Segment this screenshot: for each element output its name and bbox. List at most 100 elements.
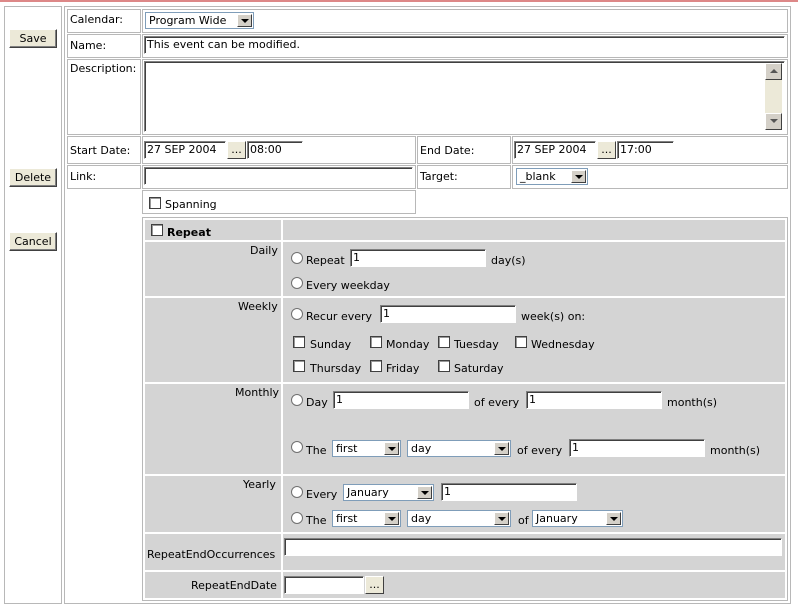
weekday-wednesday-checkbox[interactable] (515, 336, 527, 348)
weekday-wednesday-label: Wednesday (531, 338, 595, 351)
cancel-button[interactable]: Cancel (9, 232, 57, 251)
repeat-header-cell (145, 220, 281, 240)
every-weekday-radio[interactable] (291, 277, 303, 289)
yearly-the-label: The (306, 514, 327, 527)
end-occurrences-input[interactable] (284, 538, 782, 556)
yearly-month2-value: January (536, 512, 578, 525)
weekly-label: Weekly (238, 300, 278, 313)
chevron-down-icon (494, 512, 509, 525)
daily-repeat-label: Repeat (306, 254, 345, 267)
spanning-checkbox[interactable] (149, 197, 161, 209)
scroll-up-icon[interactable] (765, 63, 782, 80)
start-time-input[interactable]: 08:00 (247, 141, 303, 159)
chevron-down-icon (606, 512, 621, 525)
monthly-day-type-select[interactable]: day (407, 440, 511, 457)
calendar-select-value: Program Wide (149, 14, 227, 27)
monthly-unit2-label: month(s) (710, 444, 761, 457)
chevron-down-icon (384, 512, 399, 525)
description-label: Description: (70, 62, 137, 75)
top-border (0, 0, 798, 2)
monthly-unit-label: month(s) (667, 396, 718, 409)
save-button[interactable]: Save (9, 29, 57, 48)
monthly-of-every-label: of every (474, 396, 520, 409)
yearly-of-label: of (518, 514, 529, 527)
monthly-the-label: The (306, 444, 327, 457)
weekday-tuesday-label: Tuesday (454, 338, 499, 351)
monthly-day-label: Day (306, 396, 328, 409)
monthly-the-radio[interactable] (291, 441, 303, 453)
start-date-picker-button[interactable]: ... (227, 141, 246, 159)
weekday-sunday-label: Sunday (310, 338, 352, 351)
recur-every-input[interactable]: 1 (380, 305, 516, 323)
name-input[interactable]: This event can be modified. (144, 36, 785, 54)
monthly-every-input[interactable]: 1 (526, 391, 662, 409)
yearly-every-radio[interactable] (291, 486, 303, 498)
end-date-input[interactable]: 27 SEP 2004 (514, 141, 596, 159)
weekday-tuesday-checkbox[interactable] (438, 336, 450, 348)
monthly-every2-input[interactable]: 1 (569, 439, 705, 457)
weekday-friday-label: Friday (386, 362, 420, 375)
delete-button[interactable]: Delete (9, 168, 57, 187)
chevron-down-icon (384, 442, 399, 455)
yearly-label: Yearly (243, 478, 276, 491)
link-label: Link: (70, 170, 97, 183)
left-button-column (4, 6, 62, 604)
yearly-month-select[interactable]: January (343, 484, 434, 501)
link-input[interactable] (144, 167, 413, 185)
target-select[interactable]: _blank (516, 168, 588, 185)
name-label: Name: (70, 39, 107, 52)
end-time-input[interactable]: 17:00 (617, 141, 674, 159)
start-date-input[interactable]: 27 SEP 2004 (144, 141, 226, 159)
weekday-thursday-label: Thursday (310, 362, 362, 375)
yearly-the-radio[interactable] (291, 512, 303, 524)
spanning-label: Spanning (165, 198, 217, 211)
scroll-down-icon[interactable] (765, 113, 782, 130)
monthly-ordinal-value: first (336, 442, 358, 455)
weekday-thursday-checkbox[interactable] (293, 360, 305, 372)
yearly-day-input[interactable]: 1 (441, 483, 577, 501)
daily-unit-label: day(s) (491, 254, 526, 267)
daily-label: Daily (250, 244, 278, 257)
repeat-end-date-picker-button[interactable]: ... (365, 576, 384, 594)
description-scrollbar[interactable] (765, 63, 782, 130)
monthly-day-radio[interactable] (291, 394, 303, 406)
yearly-day-type-select[interactable]: day (407, 510, 511, 527)
repeat-header-right-cell (283, 220, 785, 240)
chevron-down-icon (237, 14, 252, 27)
yearly-ordinal-select[interactable]: first (332, 510, 401, 527)
monthly-label: Monthly (235, 386, 280, 399)
end-date-label: End Date: (420, 144, 475, 157)
daily-repeat-radio[interactable] (291, 252, 303, 264)
weekday-friday-checkbox[interactable] (370, 360, 382, 372)
weekly-unit-label: week(s) on: (521, 310, 586, 323)
chevron-down-icon (417, 486, 432, 499)
weekday-sunday-checkbox[interactable] (293, 336, 305, 348)
end-date-picker-button[interactable]: ... (597, 141, 616, 159)
monthly-day-input[interactable]: 1 (333, 391, 469, 409)
daily-repeat-input[interactable]: 1 (350, 249, 486, 267)
monthly-day-type-value: day (411, 442, 432, 455)
chevron-down-icon (571, 170, 586, 183)
start-date-label: Start Date: (70, 144, 131, 157)
repeat-end-date-input[interactable] (284, 576, 364, 594)
weekday-saturday-checkbox[interactable] (438, 360, 450, 372)
yearly-day-type-value: day (411, 512, 432, 525)
weekday-monday-label: Monday (386, 338, 430, 351)
weekday-monday-checkbox[interactable] (370, 336, 382, 348)
every-weekday-label: Every weekday (306, 279, 390, 292)
monthly-ordinal-select[interactable]: first (332, 440, 401, 457)
repeat-checkbox[interactable] (151, 224, 163, 236)
yearly-every-label: Every (306, 488, 338, 501)
recur-every-radio[interactable] (291, 308, 303, 320)
yearly-month-value: January (347, 486, 389, 499)
recur-every-label: Recur every (306, 310, 373, 323)
target-label: Target: (420, 170, 458, 183)
yearly-ordinal-value: first (336, 512, 358, 525)
chevron-down-icon (494, 442, 509, 455)
repeat-end-date-label: RepeatEndDate (191, 579, 277, 592)
repeat-header-label: Repeat (167, 226, 211, 239)
description-textarea[interactable] (144, 61, 785, 132)
yearly-month2-select[interactable]: January (532, 510, 623, 527)
calendar-select[interactable]: Program Wide (145, 12, 254, 29)
calendar-label: Calendar: (70, 13, 123, 26)
